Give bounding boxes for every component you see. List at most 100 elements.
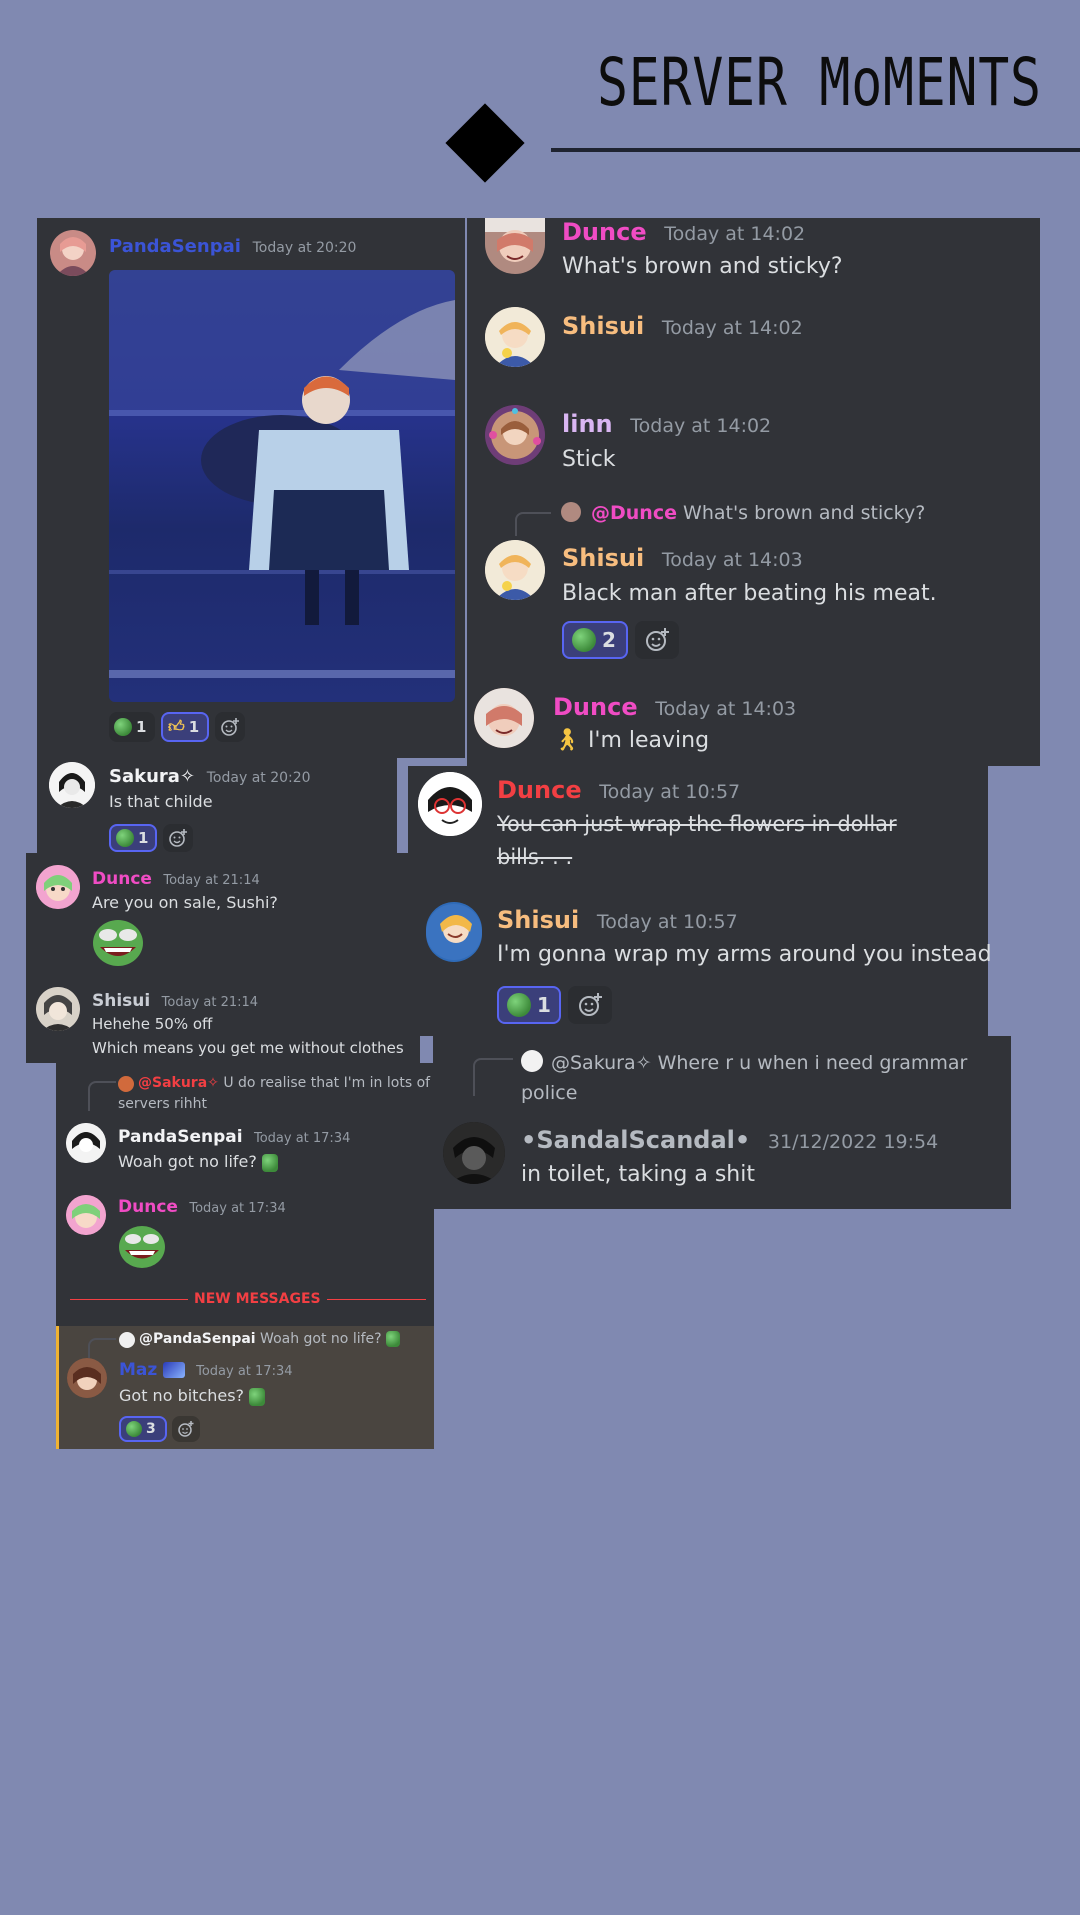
- reaction-count: 1: [138, 829, 149, 847]
- author-name[interactable]: Shisui: [562, 544, 644, 572]
- avatar[interactable]: [485, 540, 545, 600]
- reply-mention[interactable]: @PandaSenpai: [139, 1331, 256, 1347]
- reply-mention[interactable]: @Sakura✧: [138, 1075, 219, 1091]
- reaction-pepe[interactable]: 1: [497, 986, 561, 1024]
- avatar[interactable]: [443, 1122, 505, 1184]
- reply-preview-continued[interactable]: servers rihht: [118, 1096, 207, 1112]
- message-text: in toilet, taking a shit: [521, 1162, 755, 1187]
- timestamp: Today at 14:02: [630, 415, 772, 437]
- walking-person-icon: 🚶︎: [553, 728, 581, 753]
- message-text: You can just wrap the flowers in dollar: [497, 812, 897, 836]
- reply-avatar: [118, 1076, 134, 1092]
- author-name[interactable]: Sakura✧: [109, 766, 195, 787]
- reply-mention[interactable]: @Sakura✧: [551, 1052, 652, 1074]
- author-name[interactable]: Dunce: [562, 218, 647, 246]
- message-text-continued: Which means you get me without clothes: [92, 1039, 404, 1057]
- avatar[interactable]: [66, 1195, 106, 1235]
- timestamp: Today at 10:57: [596, 911, 738, 933]
- avatar[interactable]: [36, 987, 80, 1031]
- chat-panel-panda-gif: PandaSenpai Today at 20:20 1 👍︎ 1: [37, 218, 465, 758]
- avatar[interactable]: [426, 902, 482, 962]
- timestamp: Today at 14:03: [661, 549, 803, 571]
- add-reaction-button[interactable]: [568, 986, 612, 1024]
- reaction-pepe[interactable]: 1: [109, 712, 155, 742]
- message-text: Black man after beating his meat.: [562, 581, 937, 606]
- pepe-icon: [126, 1421, 142, 1437]
- reply-preview[interactable]: U do realise that I'm in lots of: [223, 1075, 430, 1091]
- author-name[interactable]: Shisui: [562, 312, 644, 340]
- message-text-continued: bills. . .: [497, 845, 573, 869]
- message-text: I'm leaving: [587, 728, 710, 753]
- pepe-sad-icon: [386, 1331, 401, 1347]
- timestamp: Today at 14:03: [655, 698, 797, 720]
- author-name[interactable]: PandaSenpai: [109, 236, 241, 257]
- pepe-laugh-emote: [118, 1223, 166, 1269]
- avatar[interactable]: [418, 772, 482, 836]
- timestamp: Today at 10:57: [599, 781, 741, 803]
- chat-panel-no-life: @Sakura✧ U do realise that I'm in lots o…: [56, 1063, 434, 1326]
- author-name[interactable]: PandaSenpai: [118, 1127, 243, 1147]
- avatar[interactable]: [474, 688, 534, 748]
- avatar[interactable]: [66, 1123, 106, 1163]
- add-reaction-button[interactable]: [215, 712, 245, 742]
- video-attachment[interactable]: [109, 270, 455, 702]
- reply-preview[interactable]: Where r u when i need grammar: [658, 1052, 968, 1074]
- reply-preview[interactable]: Woah got no life?: [260, 1331, 382, 1347]
- timestamp: Today at 14:02: [664, 223, 806, 245]
- add-reaction-button[interactable]: [635, 621, 679, 659]
- avatar[interactable]: [49, 762, 95, 808]
- pepe-icon: [116, 829, 134, 847]
- pepe-icon: [507, 993, 531, 1017]
- author-name[interactable]: Dunce: [92, 869, 152, 889]
- chat-panel-sushi-sale: Dunce Today at 21:14 Are you on sale, Su…: [26, 853, 420, 1063]
- reply-preview[interactable]: What's brown and sticky?: [683, 502, 925, 524]
- reply-mention[interactable]: @Dunce: [591, 502, 677, 524]
- reaction-count: 1: [136, 718, 147, 736]
- reply-preview-continued[interactable]: police: [521, 1082, 577, 1104]
- author-name[interactable]: Shisui: [92, 991, 150, 1011]
- reaction-count: 2: [602, 628, 616, 652]
- add-reaction-button[interactable]: [163, 824, 193, 852]
- timestamp: Today at 14:02: [661, 317, 803, 339]
- add-emoji-icon: [579, 993, 602, 1016]
- author-name[interactable]: Dunce: [497, 776, 582, 804]
- avatar[interactable]: [485, 307, 545, 367]
- timestamp: Today at 17:34: [253, 1131, 351, 1146]
- reaction-count: 1: [537, 993, 551, 1017]
- author-name[interactable]: linn: [562, 410, 613, 438]
- chat-panel-highlighted: @PandaSenpai Woah got no life? Maz Today…: [56, 1326, 434, 1449]
- timestamp: 31/12/2022 19:54: [767, 1131, 939, 1153]
- avatar[interactable]: [50, 230, 96, 276]
- message-text: Got no bitches?: [119, 1386, 245, 1405]
- avatar[interactable]: [36, 865, 80, 909]
- reply-avatar: [119, 1332, 135, 1348]
- avatar[interactable]: [485, 218, 545, 274]
- reaction-pepe[interactable]: 3: [119, 1416, 167, 1442]
- message-text: Are you on sale, Sushi?: [92, 893, 278, 912]
- author-name[interactable]: Dunce: [118, 1197, 178, 1217]
- message-text: I'm gonna wrap my arms around you instea…: [497, 942, 992, 967]
- reaction-count: 1: [188, 718, 200, 736]
- page-title: SERVER MoMENTS: [597, 44, 1042, 121]
- chat-panel-grammar-police: @Sakura✧ Where r u when i need grammar p…: [433, 1036, 1011, 1209]
- reaction-count: 3: [146, 1421, 156, 1437]
- reaction-pepe[interactable]: 1: [109, 824, 157, 852]
- pepe-icon: [572, 628, 596, 652]
- author-name[interactable]: Maz: [119, 1360, 157, 1380]
- author-name[interactable]: Dunce: [553, 693, 638, 721]
- reaction-thumbs-up[interactable]: 👍︎ 1: [161, 712, 209, 742]
- pepe-icon: [114, 718, 132, 736]
- author-name[interactable]: Shisui: [497, 906, 579, 934]
- reaction-pepe[interactable]: 2: [562, 621, 628, 659]
- chat-panel-flowers: Dunce Today at 10:57 You can just wrap t…: [408, 766, 992, 1036]
- avatar[interactable]: [67, 1358, 107, 1398]
- add-emoji-icon: [221, 718, 239, 736]
- pepe-sad-icon: [249, 1387, 266, 1406]
- add-reaction-button[interactable]: [172, 1416, 200, 1442]
- timestamp: Today at 21:14: [163, 873, 260, 888]
- author-name[interactable]: •SandalScandal•: [521, 1126, 750, 1154]
- avatar[interactable]: [485, 405, 545, 465]
- diamond-ornament: [445, 103, 525, 183]
- reply-connector: [88, 1338, 116, 1360]
- timestamp: Today at 17:34: [196, 1364, 293, 1379]
